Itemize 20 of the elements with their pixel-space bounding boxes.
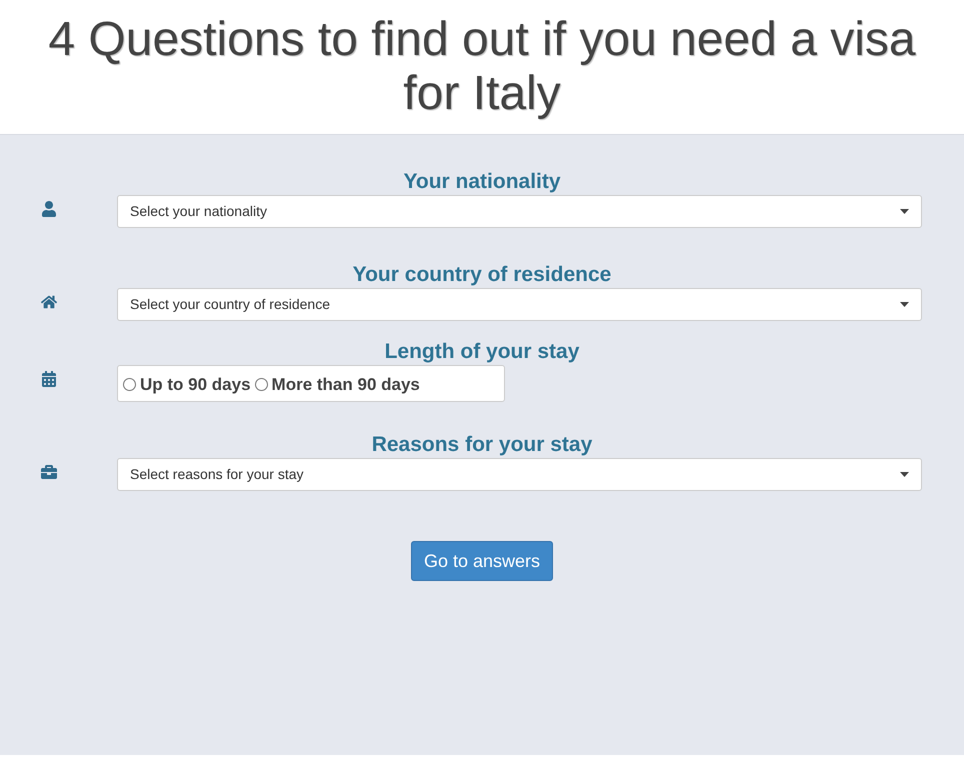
dropdown-select[interactable]: Select your country of residence — [117, 288, 922, 321]
briefcase-icon — [41, 464, 57, 480]
question-heading: Your country of residence — [352, 262, 612, 288]
caret-icon — [900, 472, 909, 477]
radio-button[interactable] — [123, 378, 136, 392]
radio-label: Up to 90 days — [140, 374, 251, 396]
question-heading: Reasons for your stay — [372, 432, 592, 458]
radio-label: More than 90 days — [272, 374, 420, 396]
question-heading: Your nationality — [403, 169, 561, 195]
calendar-icon — [41, 371, 57, 387]
go-to-answers-button[interactable]: Go to answers — [410, 541, 554, 581]
page-title: 4 Questions to find out if you need a visa for Italy — [47, 13, 917, 121]
home-icon — [41, 294, 57, 310]
caret-icon — [900, 209, 909, 214]
question-heading: Length of your stay — [384, 339, 580, 365]
caret-icon — [900, 302, 909, 307]
dropdown-select[interactable]: Select reasons for your stay — [117, 458, 922, 491]
dropdown-select[interactable]: Select your nationality — [117, 195, 922, 228]
person-icon — [41, 201, 57, 217]
radio-button[interactable] — [254, 378, 268, 392]
